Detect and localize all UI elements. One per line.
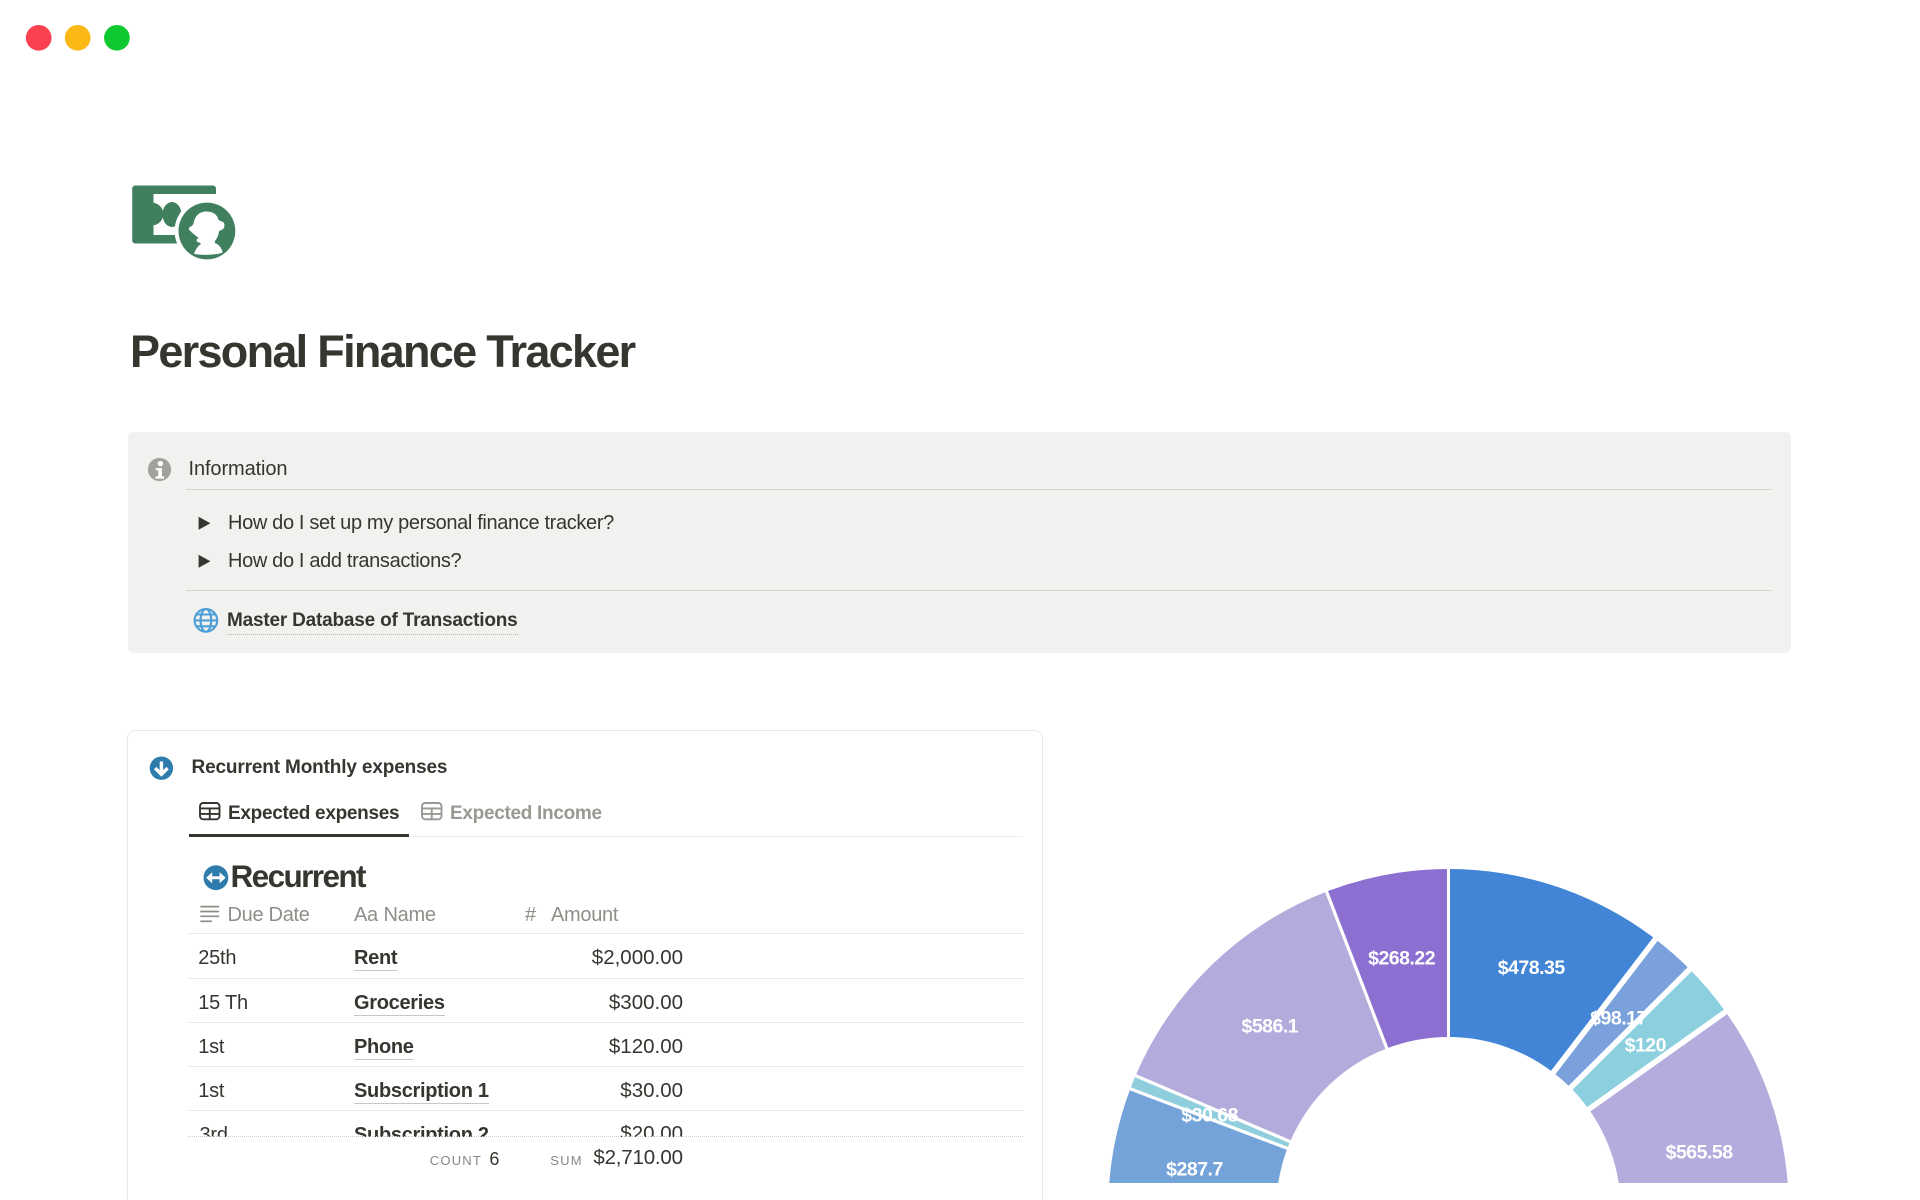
svg-text:$287.7: $287.7 [1166,1159,1223,1181]
svg-text:$30.68: $30.68 [1181,1105,1238,1127]
svg-text:$586.1: $586.1 [1241,1015,1298,1037]
svg-text:$268.22: $268.22 [1368,948,1436,970]
svg-text:$565.58: $565.58 [1666,1142,1734,1164]
svg-text:$120: $120 [1625,1035,1667,1057]
svg-text:$478.35: $478.35 [1498,957,1566,979]
svg-text:$98.17: $98.17 [1590,1007,1647,1029]
